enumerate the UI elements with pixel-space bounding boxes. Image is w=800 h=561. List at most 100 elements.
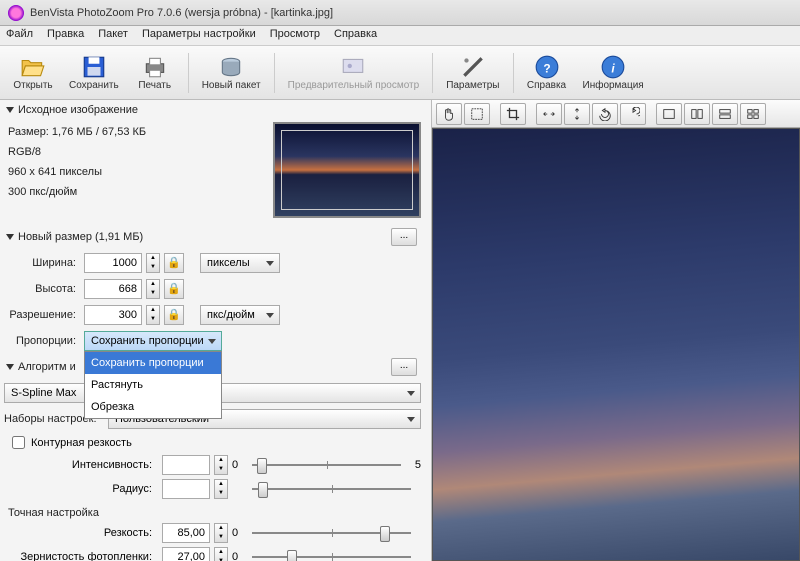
floppy-icon: [81, 54, 107, 80]
grain-spinner[interactable]: ▲▼: [214, 547, 228, 561]
sharpness-slider[interactable]: [242, 523, 421, 543]
width-input[interactable]: [84, 253, 142, 273]
app-icon: [8, 5, 24, 21]
menu-view[interactable]: Просмотр: [270, 28, 320, 43]
menu-batch[interactable]: Пакет: [98, 28, 128, 43]
help-button[interactable]: ? Справка: [520, 51, 574, 94]
settings-button[interactable]: Параметры: [439, 51, 506, 94]
info-button[interactable]: i Информация: [576, 51, 651, 94]
menu-params[interactable]: Параметры настройки: [142, 28, 256, 43]
sharpness-input[interactable]: [162, 523, 210, 543]
hand-tool[interactable]: [436, 103, 462, 125]
resolution-lock[interactable]: 🔒: [164, 305, 184, 325]
newbatch-button[interactable]: Новый пакет: [195, 51, 268, 94]
collapse-icon: [6, 107, 14, 113]
height-label: Высота:: [8, 283, 80, 295]
fine-tuning-header: Точная настройка: [0, 501, 429, 521]
main-toolbar: Открыть Сохранить Печать Новый пакет Пре…: [0, 46, 800, 100]
aspect-option[interactable]: Обрезка: [85, 396, 221, 418]
menubar: Файл Правка Пакет Параметры настройки Пр…: [0, 26, 800, 46]
source-info: Размер: 1,76 МБ / 67,53 КБ RGB/8 960 x 6…: [8, 122, 273, 218]
preview-icon: [340, 54, 366, 80]
separator: [188, 53, 189, 93]
sharpness-spinner[interactable]: ▲▼: [214, 523, 228, 543]
info-icon: i: [600, 54, 626, 80]
intensity-spinner[interactable]: ▲▼: [214, 455, 228, 475]
open-button[interactable]: Открыть: [6, 51, 60, 94]
source-size: Размер: 1,76 МБ / 67,53 КБ: [8, 122, 273, 142]
grain-label: Зернистость фотопленки:: [8, 551, 158, 561]
separator: [513, 53, 514, 93]
menu-edit[interactable]: Правка: [47, 28, 84, 43]
radius-slider[interactable]: [242, 479, 421, 499]
aspect-combo[interactable]: Сохранить пропорции Сохранить пропорции …: [84, 331, 222, 351]
intensity-input[interactable]: [162, 455, 210, 475]
resolution-input[interactable]: [84, 305, 142, 325]
radius-label: Радиус:: [8, 483, 158, 495]
grain-input[interactable]: [162, 547, 210, 561]
svg-text:?: ?: [543, 61, 550, 75]
right-panel: [432, 100, 800, 561]
collapse-icon: [6, 364, 14, 370]
printer-icon: [142, 54, 168, 80]
height-lock[interactable]: 🔒: [164, 279, 184, 299]
height-input[interactable]: [84, 279, 142, 299]
width-lock[interactable]: 🔒: [164, 253, 184, 273]
resolution-label: Разрешение:: [8, 309, 80, 321]
menu-help[interactable]: Справка: [334, 28, 377, 43]
tools-icon: [460, 54, 486, 80]
layout-2-button[interactable]: [684, 103, 710, 125]
more-button[interactable]: ...: [391, 358, 417, 376]
print-button[interactable]: Печать: [128, 51, 182, 94]
rotate-right-button[interactable]: [620, 103, 646, 125]
select-tool[interactable]: [464, 103, 490, 125]
contour-sharpness-checkbox[interactable]: [12, 436, 25, 449]
section-newsize[interactable]: Новый размер (1,91 МБ) ...: [0, 224, 429, 250]
image-canvas[interactable]: [432, 128, 800, 561]
batch-icon: [218, 54, 244, 80]
resolution-spinner[interactable]: ▲▼: [146, 305, 160, 325]
titlebar: BenVista PhotoZoom Pro 7.0.6 (wersja pró…: [0, 0, 800, 26]
flip-h-button[interactable]: [536, 103, 562, 125]
layout-1-button[interactable]: [656, 103, 682, 125]
sharpness-label: Резкость:: [8, 527, 158, 539]
folder-open-icon: [20, 54, 46, 80]
layout-3-button[interactable]: [712, 103, 738, 125]
aspect-option[interactable]: Растянуть: [85, 374, 221, 396]
window-title: BenVista PhotoZoom Pro 7.0.6 (wersja pró…: [30, 7, 333, 19]
aspect-dropdown: Сохранить пропорции Растянуть Обрезка: [84, 351, 222, 419]
crop-tool[interactable]: [500, 103, 526, 125]
contour-sharpness-label: Контурная резкость: [31, 437, 132, 449]
intensity-label: Интенсивность:: [8, 459, 158, 471]
view-toolbar: [432, 100, 800, 128]
workarea: Исходное изображение Размер: 1,76 МБ / 6…: [0, 100, 800, 561]
radius-input[interactable]: [162, 479, 210, 499]
intensity-slider[interactable]: [242, 455, 411, 475]
source-dims: 960 x 641 пикселы: [8, 162, 273, 182]
radius-spinner[interactable]: ▲▼: [214, 479, 228, 499]
width-spinner[interactable]: ▲▼: [146, 253, 160, 273]
collapse-icon: [6, 234, 14, 240]
save-button[interactable]: Сохранить: [62, 51, 126, 94]
separator: [274, 53, 275, 93]
preview-button[interactable]: Предварительный просмотр: [281, 51, 427, 94]
aspect-option[interactable]: Сохранить пропорции: [85, 352, 221, 374]
source-dpi: 300 пкс/дюйм: [8, 182, 273, 202]
thumbnail-preview[interactable]: [273, 122, 421, 218]
grain-slider[interactable]: [242, 547, 421, 561]
height-spinner[interactable]: ▲▼: [146, 279, 160, 299]
menu-file[interactable]: Файл: [6, 28, 33, 43]
left-panel: Исходное изображение Размер: 1,76 МБ / 6…: [0, 100, 432, 561]
width-unit-combo[interactable]: пикселы: [200, 253, 280, 273]
source-mode: RGB/8: [8, 142, 273, 162]
width-label: Ширина:: [8, 257, 80, 269]
aspect-label: Пропорции:: [8, 335, 80, 347]
flip-v-button[interactable]: [564, 103, 590, 125]
help-icon: ?: [534, 54, 560, 80]
layout-4-button[interactable]: [740, 103, 766, 125]
separator: [432, 53, 433, 93]
resolution-unit-combo[interactable]: пкс/дюйм: [200, 305, 280, 325]
more-button[interactable]: ...: [391, 228, 417, 246]
rotate-left-button[interactable]: [592, 103, 618, 125]
section-source[interactable]: Исходное изображение: [0, 100, 429, 120]
